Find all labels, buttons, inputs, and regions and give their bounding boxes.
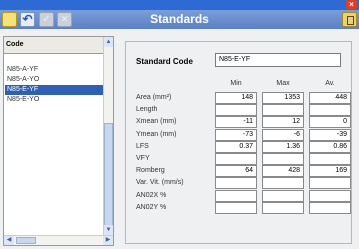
min-input[interactable]: 0.37 <box>215 140 257 153</box>
title-bar: ↶ ✓ ✕ Standards <box>0 10 359 29</box>
horizontal-scroll-thumb[interactable] <box>16 237 36 244</box>
row-label: LFS <box>136 142 149 150</box>
min-input[interactable]: -73 <box>215 128 257 141</box>
row-label: AN02X % <box>136 191 167 199</box>
standard-details-panel: Standard Code N85-E-YF Min Max Av. Area (mm… <box>125 41 352 244</box>
column-header: Min <box>230 80 242 87</box>
av-input[interactable] <box>309 201 351 214</box>
av-input[interactable]: 0 <box>309 116 351 129</box>
max-input[interactable]: 1.36 <box>262 140 304 153</box>
min-input[interactable]: -11 <box>215 116 257 129</box>
window-title: Standards <box>150 12 209 26</box>
column-header: Max <box>276 80 290 87</box>
row-label: Var. Vit. (mm/s) <box>136 179 184 187</box>
av-input[interactable] <box>309 189 351 202</box>
window-frame-top: × <box>0 0 359 10</box>
vertical-scrollbar[interactable]: ▲ ▼ <box>103 37 113 235</box>
code-column-header[interactable]: Code <box>4 37 104 54</box>
list-item[interactable]: N85-A-YF <box>5 65 103 75</box>
min-input[interactable] <box>215 189 257 202</box>
scroll-right-icon[interactable]: ▶ <box>103 236 113 245</box>
standard-code-input[interactable]: N85-E-YF <box>215 53 341 67</box>
min-input[interactable]: 64 <box>215 165 257 178</box>
max-input[interactable]: 428 <box>262 165 304 178</box>
av-input[interactable] <box>309 104 351 117</box>
scroll-left-icon[interactable]: ◀ <box>4 236 14 245</box>
av-input[interactable]: 448 <box>309 92 351 104</box>
max-input[interactable]: -6 <box>262 128 304 141</box>
max-input[interactable] <box>262 104 304 117</box>
row-label: Ymean (mm) <box>136 130 177 138</box>
max-input[interactable] <box>262 189 304 202</box>
max-input[interactable]: 12 <box>262 116 304 129</box>
row-label: Romberg <box>136 167 165 175</box>
max-input[interactable] <box>262 201 304 214</box>
row-label: VFY <box>136 155 150 162</box>
av-input[interactable]: -39 <box>309 128 351 141</box>
row-label: AN02Y % <box>136 203 167 211</box>
min-input[interactable] <box>215 104 257 117</box>
horizontal-scrollbar[interactable]: ◀ ▶ <box>4 235 113 245</box>
code-list: Code N85-A-YF N85-A-YO N85-E-YF N85-E-YO ▲ … <box>3 36 114 246</box>
min-input[interactable] <box>215 201 257 214</box>
min-input[interactable] <box>215 177 257 190</box>
scroll-down-icon[interactable]: ▼ <box>104 225 113 235</box>
exit-door-icon[interactable] <box>342 12 357 27</box>
list-item[interactable]: N85-E-YF <box>5 85 103 95</box>
column-header: Av. <box>325 80 335 87</box>
list-item[interactable]: N85-E-YO <box>5 95 103 105</box>
max-input[interactable] <box>262 177 304 190</box>
close-button[interactable]: × <box>346 0 357 9</box>
row-label: Area (mm²) <box>136 94 172 101</box>
av-input[interactable]: 169 <box>309 165 351 178</box>
av-input[interactable]: 0.86 <box>309 140 351 153</box>
max-input[interactable]: 1353 <box>262 92 304 104</box>
row-label: Length <box>136 106 158 114</box>
scroll-up-icon[interactable]: ▲ <box>104 37 113 47</box>
av-input[interactable] <box>309 177 351 190</box>
standard-code-label: Standard Code <box>136 57 193 66</box>
max-input[interactable] <box>262 153 304 165</box>
vertical-scroll-thumb[interactable] <box>104 123 113 231</box>
min-input[interactable]: 148 <box>215 92 257 104</box>
row-label: Xmean (mm) <box>136 118 177 126</box>
min-input[interactable] <box>215 153 257 165</box>
code-header-label: Code <box>6 41 24 48</box>
standards-window: × ↶ ✓ ✕ Standards Code N85-A-YF N85-A-YO N… <box>0 0 359 249</box>
list-item[interactable]: N85-A-YO <box>5 75 103 85</box>
av-input[interactable] <box>309 153 351 165</box>
